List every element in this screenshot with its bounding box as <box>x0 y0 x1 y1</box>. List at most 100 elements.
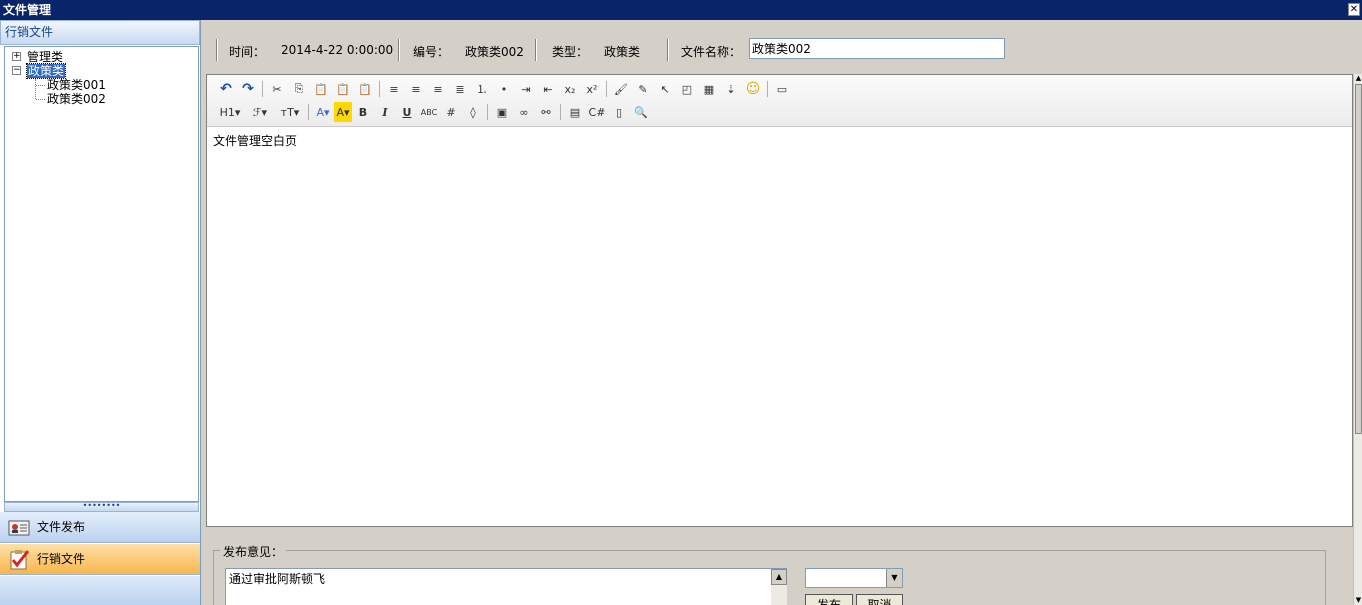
collapse-icon[interactable]: − <box>12 66 21 75</box>
eraser-icon[interactable]: ◊ <box>462 102 484 122</box>
paste-icon[interactable]: 📋 <box>310 79 332 99</box>
window-title: 文件管理 <box>3 3 52 17</box>
source-code-icon[interactable]: C# <box>586 102 608 122</box>
image-map-icon[interactable]: ◰ <box>676 79 698 99</box>
close-icon[interactable]: ✕ <box>1348 3 1360 16</box>
nav-label: 行销文件 <box>37 552 86 566</box>
editor-content[interactable]: 文件管理空白页 <box>207 128 1352 526</box>
toolbar-separator <box>308 104 309 120</box>
type-label: 类型： <box>552 45 589 59</box>
cancel-button[interactable]: 取消 <box>856 594 903 605</box>
superscript-icon[interactable]: x² <box>581 79 603 99</box>
bold-icon[interactable]: B <box>352 102 374 122</box>
opinion-scrollbar[interactable]: ▲ <box>771 569 787 605</box>
editor-toolbar: ↶ ↷ ✂ ⎘ 📋 📋 📋 ≡ ≡ ≡ ≣ ⒈ • ⇥ ⇤ x₂ x² 🖌 ✎ ↖ ◰ ▦ ⇣ ☺ ▭ H1▾ ℱ▾ тT▾ A▾ A▾… <box>207 75 1352 127</box>
file-tree: + 管理类 − 政策类 政策类001 政策类002 <box>4 46 199 502</box>
code-value: 政策类002 <box>465 45 524 59</box>
nav-file-publish[interactable]: 文件发布 <box>0 512 200 543</box>
toolbar-separator <box>487 104 488 120</box>
grid-icon[interactable]: # <box>440 102 462 122</box>
tree-node-policy-002[interactable]: 政策类002 <box>5 92 198 106</box>
main-scrollbar[interactable]: ▲ ▼ <box>1353 74 1362 605</box>
main-area: 时间： 2014-4-22 0:00:00 编号： 政策类002 类型： 政策类… <box>201 20 1362 605</box>
code-label: 编号： <box>413 45 450 59</box>
align-justify-icon[interactable]: ≣ <box>449 79 471 99</box>
type-value: 政策类 <box>604 45 641 59</box>
font-color-icon[interactable]: A▾ <box>312 102 334 122</box>
window-titlebar: 文件管理 ✕ <box>0 0 1362 20</box>
align-center-icon[interactable]: ≡ <box>405 79 427 99</box>
highlight-icon[interactable]: A▾ <box>334 102 352 122</box>
preview-icon[interactable]: 🔍 <box>630 102 652 122</box>
file-name-label: 文件名称： <box>681 45 742 59</box>
template-icon[interactable]: ▤ <box>564 102 586 122</box>
paste-word-icon[interactable]: 📋 <box>354 79 376 99</box>
ordered-list-icon[interactable]: ⒈ <box>471 79 493 99</box>
approval-select[interactable]: ▼ <box>805 568 903 588</box>
subscript-icon[interactable]: x₂ <box>559 79 581 99</box>
tree-node-label[interactable]: 管理类 <box>27 50 63 64</box>
scroll-down-icon[interactable]: ▼ <box>1354 596 1362 605</box>
nav-empty-area <box>0 576 200 605</box>
scroll-up-icon[interactable]: ▲ <box>1354 74 1362 83</box>
scrollbar-thumb[interactable] <box>1355 84 1362 434</box>
unordered-list-icon[interactable]: • <box>493 79 515 99</box>
opinion-textarea[interactable]: 通过审批阿斯顿飞 <box>225 568 787 605</box>
tree-node-label[interactable]: 政策类 <box>25 63 67 79</box>
unlink-icon[interactable]: ⚯ <box>535 102 557 122</box>
left-panel: 行销文件 + 管理类 − 政策类 政策类001 政策类002 •••••••• <box>0 20 201 605</box>
format-brush-icon[interactable]: 🖌 <box>610 79 632 99</box>
separator <box>398 39 400 61</box>
panel-splitter[interactable]: •••••••• <box>4 502 199 512</box>
document-info-bar: 时间： 2014-4-22 0:00:00 编号： 政策类002 类型： 政策类… <box>206 34 1356 66</box>
link-icon[interactable]: ∞ <box>513 102 535 122</box>
toolbar-row-2: H1▾ ℱ▾ тT▾ A▾ A▾ B I U ABC # ◊ ▣ ∞ ⚯ ▤ C# ▯ 🔍 <box>215 102 652 122</box>
toolbar-separator <box>767 81 768 97</box>
font-size-icon[interactable]: тT▾ <box>275 102 305 122</box>
expand-icon[interactable]: + <box>12 52 21 61</box>
cut-icon[interactable]: ✂ <box>266 79 288 99</box>
paste-text-icon[interactable]: 📋 <box>332 79 354 99</box>
outdent-icon[interactable]: ⇤ <box>537 79 559 99</box>
font-family-icon[interactable]: ℱ▾ <box>245 102 275 122</box>
chevron-down-icon[interactable]: ▼ <box>886 569 902 587</box>
separator <box>667 39 669 61</box>
pagebreak-icon[interactable]: ▭ <box>771 79 793 99</box>
publish-opinion-legend: 发布意见： <box>220 543 287 560</box>
separator <box>216 39 218 61</box>
separator <box>535 39 537 61</box>
toolbar-separator <box>262 81 263 97</box>
nav-marketing-files[interactable]: 行销文件 <box>0 544 200 575</box>
tree-node-policy-001[interactable]: 政策类001 <box>5 78 198 92</box>
paste-icon-2[interactable]: ▯ <box>608 102 630 122</box>
table-icon[interactable]: ▦ <box>698 79 720 99</box>
italic-icon[interactable]: I <box>374 102 396 122</box>
underline-icon[interactable]: U <box>396 102 418 122</box>
clear-format-icon[interactable]: ✎ <box>632 79 654 99</box>
scroll-up-icon[interactable]: ▲ <box>771 569 787 585</box>
redo-icon[interactable]: ↷ <box>237 79 259 99</box>
time-value: 2014-4-22 0:00:00 <box>281 43 394 57</box>
emoticon-icon[interactable]: ☺ <box>742 79 764 99</box>
toolbar-row-1: ↶ ↷ ✂ ⎘ 📋 📋 📋 ≡ ≡ ≡ ≣ ⒈ • ⇥ ⇤ x₂ x² 🖌 ✎ ↖ ◰ ▦ ⇣ ☺ ▭ <box>215 79 793 99</box>
insert-line-icon[interactable]: ⇣ <box>720 79 742 99</box>
file-name-input[interactable] <box>749 38 1005 59</box>
tree-node-label[interactable]: 政策类002 <box>47 92 106 106</box>
publish-button[interactable]: 发布 <box>805 594 853 605</box>
insert-image-icon[interactable]: ▣ <box>491 102 513 122</box>
copy-icon[interactable]: ⎘ <box>288 79 310 99</box>
strikethrough-icon[interactable]: ABC <box>418 102 440 122</box>
heading-icon[interactable]: H1▾ <box>215 102 245 122</box>
undo-icon[interactable]: ↶ <box>215 79 237 99</box>
tree-node-label[interactable]: 政策类001 <box>47 78 106 92</box>
select-icon[interactable]: ↖ <box>654 79 676 99</box>
align-left-icon[interactable]: ≡ <box>383 79 405 99</box>
tree-node-management[interactable]: + 管理类 <box>5 50 198 64</box>
align-right-icon[interactable]: ≡ <box>427 79 449 99</box>
rich-text-editor: ↶ ↷ ✂ ⎘ 📋 📋 📋 ≡ ≡ ≡ ≣ ⒈ • ⇥ ⇤ x₂ x² 🖌 ✎ ↖ ◰ ▦ ⇣ ☺ ▭ H1▾ ℱ▾ тT▾ A▾ A▾… <box>206 74 1353 527</box>
tree-node-policy[interactable]: − 政策类 <box>5 63 198 79</box>
toolbar-separator <box>379 81 380 97</box>
nav-label: 文件发布 <box>37 520 86 534</box>
indent-icon[interactable]: ⇥ <box>515 79 537 99</box>
publish-opinion-group: 发布意见： 通过审批阿斯顿飞 ▲ ▼ 发布 取消 <box>213 543 1326 605</box>
